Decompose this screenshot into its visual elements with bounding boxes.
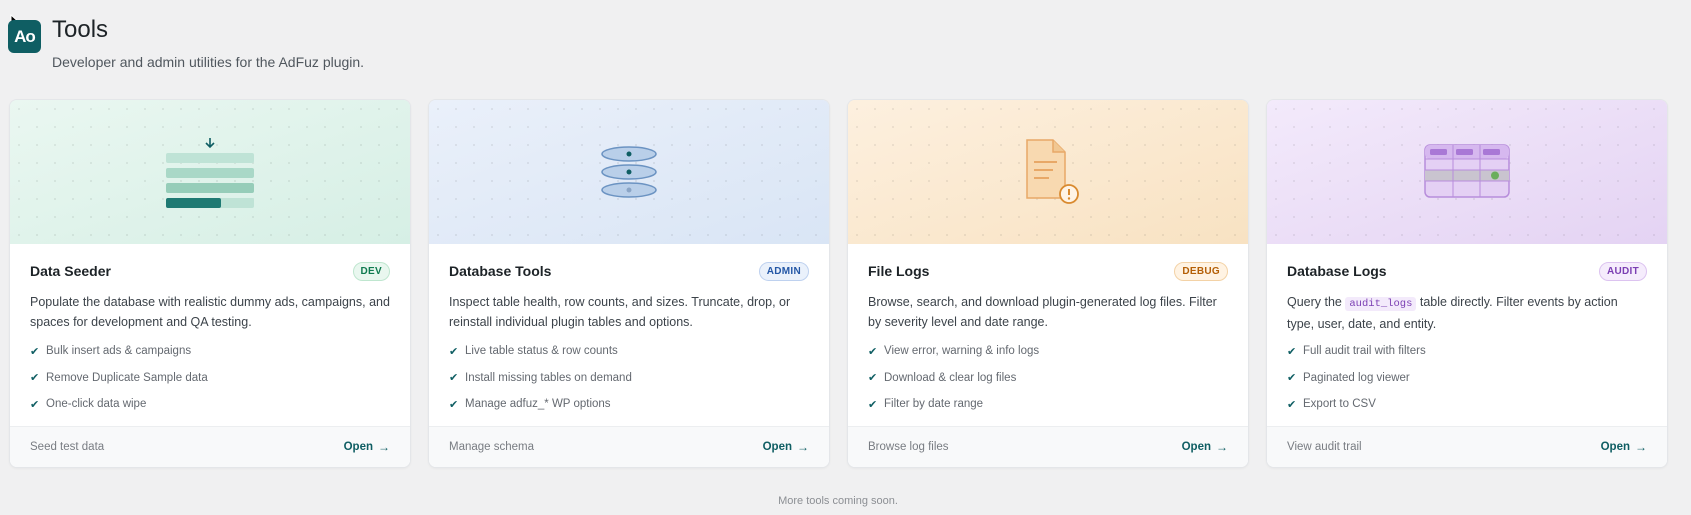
tool-card-file-logs[interactable]: File Logs DEBUG Browse, search, and down… (847, 99, 1249, 468)
arrow-right-icon: → (797, 440, 809, 454)
check-icon: ✔ (1287, 345, 1297, 358)
feature-list: ✔ Bulk insert ads & campaigns ✔ Remove Dup… (30, 338, 390, 418)
card-banner (848, 100, 1248, 244)
card-title: Data Seeder (30, 263, 111, 279)
card-badge: DEBUG (1174, 261, 1228, 281)
card-footer-note: Manage schema (449, 441, 535, 453)
feature-item: ✔ One-click data wipe (30, 398, 147, 411)
page-header: Ao Tools Developer and admin utilities f… (8, 16, 364, 70)
open-database-tools-link[interactable]: Open → (763, 440, 809, 454)
check-icon: ✔ (449, 398, 459, 411)
card-description: Populate the database with realistic dum… (30, 295, 390, 329)
card-description: Query the audit_logs table directly. Fil… (1287, 295, 1618, 331)
feature-item: ✔ Bulk insert ads & campaigns (30, 345, 192, 358)
open-data-seeder-link[interactable]: Open → (344, 440, 390, 454)
check-icon: ✔ (449, 372, 459, 385)
feature-list: ✔ Full audit trail with filters ✔ Paginate… (1287, 338, 1647, 418)
card-badge: ADMIN (758, 261, 809, 281)
feature-list: ✔ Live table status & row counts ✔ Install… (449, 338, 809, 418)
card-footer: Browse log files Open → (848, 426, 1248, 467)
card-description: Inspect table health, row counts, and si… (449, 295, 791, 329)
check-icon: ✔ (30, 398, 40, 411)
more-tools-note: More tools coming soon. (778, 495, 898, 507)
tool-card-database-tools[interactable]: Database Tools ADMIN Inspect table healt… (428, 99, 830, 468)
card-footer: Manage schema Open → (429, 426, 829, 467)
card-description: Browse, search, and download plugin-gene… (868, 295, 1217, 329)
table-grid-icon (1424, 144, 1510, 198)
card-banner (10, 100, 410, 244)
card-footer-note: Browse log files (868, 441, 949, 453)
card-footer: View audit trail Open → (1267, 426, 1667, 467)
page-title: Tools (52, 16, 109, 43)
arrow-right-icon: → (1216, 440, 1228, 454)
tool-card-data-seeder[interactable]: Data Seeder DEV Populate the database wi… (9, 99, 411, 468)
feature-item: ✔ View error, warning & info logs (868, 345, 1040, 358)
plugin-logo: Ao (8, 20, 41, 53)
card-badge: AUDIT (1598, 261, 1647, 281)
check-icon: ✔ (868, 398, 878, 411)
feature-item: ✔ Live table status & row counts (449, 345, 618, 358)
feature-item: ✔ Full audit trail with filters (1287, 345, 1426, 358)
database-icon (601, 146, 657, 198)
card-badge: DEV (352, 261, 390, 281)
feature-item: ✔ Install missing tables on demand (449, 371, 632, 385)
feature-item: ✔ Export to CSV (1287, 398, 1376, 411)
seed-rows-icon (166, 138, 254, 208)
feature-item: ✔ Download & clear log files (868, 371, 1017, 385)
arrow-right-icon: → (1635, 440, 1647, 454)
inline-code: audit_logs (1345, 297, 1417, 311)
card-banner (429, 100, 829, 244)
feature-list: ✔ View error, warning & info logs ✔ Downlo… (868, 338, 1228, 418)
check-icon: ✔ (449, 345, 459, 358)
card-title: Database Logs (1287, 263, 1387, 279)
feature-item: ✔ Remove Duplicate Sample data (30, 371, 208, 385)
arrow-right-icon: → (378, 440, 390, 454)
tool-card-database-logs[interactable]: Database Logs AUDIT Query the audit_logs… (1266, 99, 1668, 468)
feature-item: ✔ Paginated log viewer (1287, 371, 1410, 385)
open-database-logs-link[interactable]: Open → (1601, 440, 1647, 454)
card-title: Database Tools (449, 263, 552, 279)
page-subtitle: Developer and admin utilities for the Ad… (52, 54, 365, 70)
log-file-icon (1026, 139, 1079, 204)
check-icon: ✔ (30, 345, 40, 358)
check-icon: ✔ (868, 345, 878, 358)
feature-item: ✔ Manage adfuz_* WP options (449, 398, 611, 411)
check-icon: ✔ (868, 372, 878, 385)
feature-item: ✔ Filter by date range (868, 398, 984, 411)
card-banner (1267, 100, 1667, 244)
card-title: File Logs (868, 263, 930, 279)
check-icon: ✔ (1287, 372, 1297, 385)
open-file-logs-link[interactable]: Open → (1182, 440, 1228, 454)
check-icon: ✔ (30, 372, 40, 385)
check-icon: ✔ (1287, 398, 1297, 411)
tools-grid: Data Seeder DEV Populate the database wi… (9, 99, 1668, 468)
card-footer-note: Seed test data (30, 441, 105, 453)
card-footer: Seed test data Open → (10, 426, 410, 467)
card-footer-note: View audit trail (1287, 441, 1362, 453)
